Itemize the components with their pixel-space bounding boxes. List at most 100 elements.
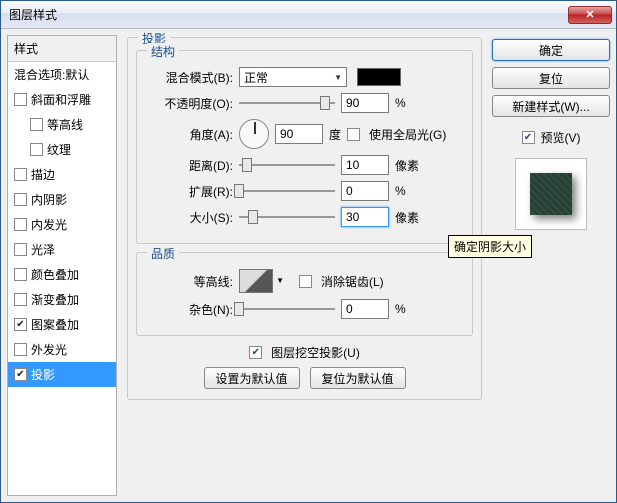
structure-group: 结构 混合模式(B): 正常 ▼ 不透明度(O): 90 %	[136, 50, 473, 244]
distance-input[interactable]: 10	[341, 155, 389, 175]
distance-row: 距离(D): 10 像素	[145, 155, 464, 175]
sidebar-item-10[interactable]: 外发光	[8, 337, 116, 362]
quality-legend: 品质	[147, 245, 179, 262]
sidebar-checkbox-9[interactable]: ✔	[14, 318, 27, 331]
sidebar-checkbox-3[interactable]	[14, 168, 27, 181]
sidebar-label-8: 渐变叠加	[31, 291, 79, 308]
noise-slider[interactable]	[239, 300, 335, 318]
sidebar-label-10: 外发光	[31, 341, 67, 358]
antialias-checkbox[interactable]	[299, 275, 312, 288]
noise-input[interactable]: 0	[341, 299, 389, 319]
sidebar-item-5[interactable]: 内发光	[8, 212, 116, 237]
distance-unit: 像素	[395, 157, 419, 174]
spread-label: 扩展(R):	[145, 183, 233, 200]
sidebar-item-blend-default[interactable]: 混合选项:默认	[8, 62, 116, 87]
sidebar-label-1: 等高线	[47, 116, 83, 133]
cancel-button[interactable]: 复位	[492, 67, 610, 89]
spread-row: 扩展(R): 0 %	[145, 181, 464, 201]
sidebar-item-9[interactable]: ✔ 图案叠加	[8, 312, 116, 337]
reset-default-button[interactable]: 复位为默认值	[310, 367, 406, 389]
sidebar-item-7[interactable]: 颜色叠加	[8, 262, 116, 287]
sidebar-label-11: 投影	[31, 366, 55, 383]
sidebar-label-0: 斜面和浮雕	[31, 91, 91, 108]
sidebar-item-3[interactable]: 描边	[8, 162, 116, 187]
sidebar-checkbox-1[interactable]	[30, 118, 43, 131]
sidebar-item-8[interactable]: 渐变叠加	[8, 287, 116, 312]
angle-label: 角度(A):	[145, 126, 233, 143]
titlebar: 图层样式 ✕	[1, 1, 616, 29]
ok-button[interactable]: 确定	[492, 39, 610, 61]
blend-mode-row: 混合模式(B): 正常 ▼	[145, 67, 464, 87]
sidebar-item-0[interactable]: 斜面和浮雕	[8, 87, 116, 112]
opacity-label: 不透明度(O):	[145, 95, 233, 112]
sidebar-label-9: 图案叠加	[31, 316, 79, 333]
opacity-unit: %	[395, 96, 406, 110]
sidebar-label-blend-default: 混合选项:默认	[14, 66, 89, 83]
size-label: 大小(S):	[145, 209, 233, 226]
sidebar-label-3: 描边	[31, 166, 55, 183]
sidebar-item-4[interactable]: 内阴影	[8, 187, 116, 212]
preview-box	[515, 158, 587, 230]
sidebar-checkbox-4[interactable]	[14, 193, 27, 206]
preview-row: 预览(V)	[492, 129, 610, 146]
sidebar-checkbox-11[interactable]: ✔	[14, 368, 27, 381]
sidebar-checkbox-8[interactable]	[14, 293, 27, 306]
global-light-checkbox[interactable]	[347, 128, 360, 141]
sidebar-checkbox-2[interactable]	[30, 143, 43, 156]
sidebar-item-1[interactable]: 等高线	[8, 112, 116, 137]
drop-shadow-group: 投影 结构 混合模式(B): 正常 ▼ 不透明度(O):	[127, 37, 482, 400]
angle-row: 角度(A): 90 度 使用全局光(G)	[145, 119, 464, 149]
opacity-input[interactable]: 90	[341, 93, 389, 113]
global-light-label: 使用全局光(G)	[369, 126, 446, 143]
noise-label: 杂色(N):	[145, 301, 233, 318]
sidebar-label-5: 内发光	[31, 216, 67, 233]
sidebar-checkbox-7[interactable]	[14, 268, 27, 281]
spread-input[interactable]: 0	[341, 181, 389, 201]
structure-legend: 结构	[147, 43, 179, 60]
sidebar-label-7: 颜色叠加	[31, 266, 79, 283]
dropdown-arrow-icon: ▼	[334, 73, 342, 82]
sidebar-checkbox-5[interactable]	[14, 218, 27, 231]
angle-dial[interactable]	[239, 119, 269, 149]
opacity-slider[interactable]	[239, 94, 335, 112]
size-input[interactable]: 30	[341, 207, 389, 227]
preview-texture	[530, 173, 572, 215]
sidebar-checkbox-6[interactable]	[14, 243, 27, 256]
contour-arrow-icon: ▼	[276, 276, 284, 285]
knockout-label: 图层挖空投影(U)	[271, 344, 360, 361]
blend-mode-value: 正常	[244, 69, 268, 86]
contour-row: 等高线: ▼ 消除锯齿(L)	[145, 269, 464, 293]
content: 样式 混合选项:默认 斜面和浮雕等高线纹理描边内阴影内发光光泽颜色叠加渐变叠加✔…	[1, 29, 616, 502]
shadow-color-swatch[interactable]	[357, 68, 401, 86]
sidebar-checkbox-0[interactable]	[14, 93, 27, 106]
sidebar-item-11[interactable]: ✔ 投影	[8, 362, 116, 387]
spread-slider[interactable]	[239, 182, 335, 200]
right-panel: 确定 复位 新建样式(W)... 预览(V)	[492, 35, 610, 496]
set-default-button[interactable]: 设置为默认值	[204, 367, 300, 389]
sidebar-label-4: 内阴影	[31, 191, 67, 208]
close-button[interactable]: ✕	[568, 6, 612, 24]
sidebar-label-2: 纹理	[47, 141, 71, 158]
preview-label: 预览(V)	[541, 129, 581, 146]
sidebar-label-6: 光泽	[31, 241, 55, 258]
distance-label: 距离(D):	[145, 157, 233, 174]
knockout-row: 图层挖空投影(U)	[136, 344, 473, 361]
new-style-button[interactable]: 新建样式(W)...	[492, 95, 610, 117]
angle-unit: 度	[329, 126, 341, 143]
sidebar-item-2[interactable]: 纹理	[8, 137, 116, 162]
opacity-row: 不透明度(O): 90 %	[145, 93, 464, 113]
size-slider[interactable]	[239, 208, 335, 226]
sidebar-checkbox-10[interactable]	[14, 343, 27, 356]
angle-input[interactable]: 90	[275, 124, 323, 144]
preview-checkbox[interactable]	[522, 131, 535, 144]
main-panel: 投影 结构 混合模式(B): 正常 ▼ 不透明度(O):	[123, 35, 486, 496]
size-unit: 像素	[395, 209, 419, 226]
knockout-checkbox[interactable]	[249, 346, 262, 359]
distance-slider[interactable]	[239, 156, 335, 174]
contour-picker[interactable]: ▼	[239, 269, 273, 293]
layer-style-dialog: 图层样式 ✕ 样式 混合选项:默认 斜面和浮雕等高线纹理描边内阴影内发光光泽颜色…	[0, 0, 617, 503]
blend-mode-select[interactable]: 正常 ▼	[239, 67, 347, 87]
sidebar-item-6[interactable]: 光泽	[8, 237, 116, 262]
window-title: 图层样式	[9, 6, 568, 23]
size-row: 大小(S): 30 像素	[145, 207, 464, 227]
